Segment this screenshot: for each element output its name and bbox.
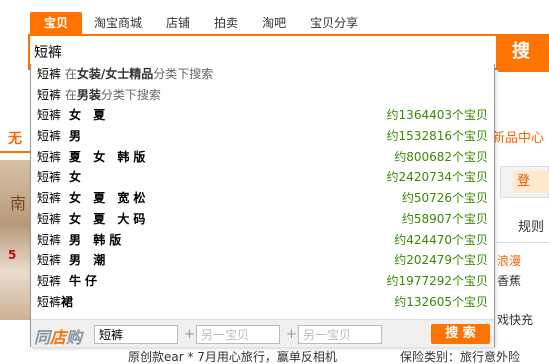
- new-products-link[interactable]: 新品中心: [492, 127, 544, 146]
- suggestion-count: 约202479个宝贝: [394, 253, 488, 268]
- search-button[interactable]: 搜: [498, 34, 549, 70]
- compare-input-1[interactable]: [94, 325, 178, 344]
- suggestion-keyword: 短裤: [37, 232, 62, 247]
- suggestion-extra-terms: 牛仔: [69, 273, 102, 288]
- tab-forum[interactable]: 淘吧: [250, 12, 298, 34]
- suggestion-item[interactable]: 短裤女 夏 大码 约58907个宝贝: [31, 209, 494, 230]
- suggestion-item[interactable]: 短裤女 夏 宽松 约50726个宝贝: [31, 188, 494, 209]
- suggestion-extra-terms: 男 潮: [69, 253, 110, 268]
- suggestion-extra-terms: 女 夏 宽松: [69, 191, 150, 206]
- suggestion-keyword: 短裤: [37, 191, 62, 206]
- divider: [498, 70, 549, 72]
- suggestion-item[interactable]: 短裤男 约1532816个宝贝: [31, 126, 494, 147]
- suggestion-count: 约1364403个宝贝: [386, 108, 488, 123]
- suggestion-extra-terms: 女: [69, 170, 86, 185]
- suggestion-extra-terms: 男: [69, 129, 86, 144]
- suggestion-item[interactable]: 短裤裙 约132605个宝贝: [31, 292, 494, 313]
- plus-icon: +: [286, 327, 297, 342]
- bottom-promo-text[interactable]: 原创款ear * 7月用心旅行，赢单反相机: [128, 348, 337, 364]
- suggestion-keyword: 短裤: [37, 149, 62, 164]
- compare-search-button[interactable]: 搜 索: [431, 324, 490, 344]
- suggestion-list: 短裤 在女装/女士精品分类下搜索 短裤 在男装分类下搜索 短裤女 夏约13644…: [31, 64, 494, 312]
- compare-bar: 同店购 + + 搜 索: [31, 319, 494, 347]
- suggestion-count: 约800682个宝贝: [394, 149, 488, 164]
- suggestion-keyword: 短裤: [37, 87, 62, 102]
- divider: [496, 242, 549, 243]
- suggestion-keyword: 短裤: [37, 170, 62, 185]
- suggestion-keyword: 短裤: [37, 253, 62, 268]
- login-button[interactable]: 登: [513, 171, 549, 193]
- suggestion-extra-terms: 夏 女 韩版: [69, 149, 150, 164]
- suggestion-item[interactable]: 短裤女 夏 约1364403个宝贝: [31, 105, 494, 126]
- suggestion-item[interactable]: 短裤 牛仔 约1977292个宝贝: [31, 271, 494, 292]
- suggestion-keyword: 短裤: [37, 211, 62, 226]
- suggestion-count: 约50726个宝贝: [401, 191, 488, 206]
- suggestion-extra-terms: 男 韩版: [69, 232, 126, 247]
- bg-section-heading: 无: [8, 131, 22, 147]
- search-type-tabs: 宝贝 淘宝商城 店铺 拍卖 淘吧 宝贝分享: [30, 12, 370, 34]
- suggestion-keyword: 短裤: [37, 273, 62, 288]
- suggestion-dropdown: 短裤 在女装/女士精品分类下搜索 短裤 在男装分类下搜索 短裤女 夏约13644…: [30, 64, 495, 347]
- suggestion-item[interactable]: 短裤男 韩版 约424470个宝贝: [31, 230, 494, 251]
- promo-link[interactable]: 浪漫: [497, 252, 521, 269]
- banner-image[interactable]: [0, 160, 30, 320]
- suggestion-extra-terms: 裙: [61, 294, 78, 309]
- suggestion-keyword: 短裤: [37, 108, 62, 123]
- compare-input-2[interactable]: [196, 325, 280, 344]
- suggestion-category-text: 在男装分类下搜索: [64, 87, 161, 102]
- rules-tab[interactable]: 规则: [518, 216, 544, 235]
- suggestion-count: 约58907个宝贝: [401, 211, 488, 226]
- suggestion-count: 约1532816个宝贝: [386, 129, 488, 144]
- suggestion-keyword: 短裤: [37, 67, 62, 81]
- compare-input-3[interactable]: [298, 325, 382, 344]
- suggestion-count: 约2420734个宝贝: [386, 170, 488, 185]
- suggestion-extra-terms: 女 夏: [69, 108, 110, 123]
- tab-tmall[interactable]: 淘宝商城: [82, 12, 154, 34]
- suggestion-count: 约1977292个宝贝: [386, 273, 488, 288]
- banner-text: 南: [10, 194, 27, 213]
- search-input[interactable]: [32, 40, 472, 64]
- insurance-category: 保险类别：旅行意外险: [400, 350, 521, 364]
- suggestion-item[interactable]: 短裤夏 女 韩版 约800682个宝贝: [31, 147, 494, 168]
- suggestion-category-text: 在女装/女士精品分类下搜索: [64, 67, 214, 81]
- suggestion-count: 约424470个宝贝: [394, 232, 488, 247]
- suggestion-item[interactable]: 短裤女 约2420734个宝贝: [31, 167, 494, 188]
- suggestion-keyword: 短裤: [37, 294, 62, 309]
- suggestion-keyword: 短裤: [37, 129, 62, 144]
- promo-link[interactable]: 香蕉: [497, 272, 521, 289]
- suggestion-count: 约132605个宝贝: [394, 294, 488, 309]
- tab-item[interactable]: 宝贝: [30, 12, 83, 34]
- promo-link[interactable]: 戏快充: [497, 311, 533, 328]
- tongdiangou-logo: 同店购: [34, 328, 83, 347]
- tab-shop[interactable]: 店铺: [154, 12, 202, 34]
- plus-icon: +: [184, 327, 195, 342]
- tab-share[interactable]: 宝贝分享: [298, 12, 370, 34]
- suggestion-extra-terms: 女 夏 大码: [69, 211, 150, 226]
- suggestion-category-item[interactable]: 短裤 在男装分类下搜索: [31, 85, 494, 106]
- suggestion-item[interactable]: 短裤男 潮 约202479个宝贝: [31, 250, 494, 271]
- tab-auction[interactable]: 拍卖: [202, 12, 250, 34]
- banner-price: 5: [8, 248, 17, 262]
- divider: [0, 151, 30, 153]
- suggestion-category-item[interactable]: 短裤 在女装/女士精品分类下搜索: [31, 64, 494, 85]
